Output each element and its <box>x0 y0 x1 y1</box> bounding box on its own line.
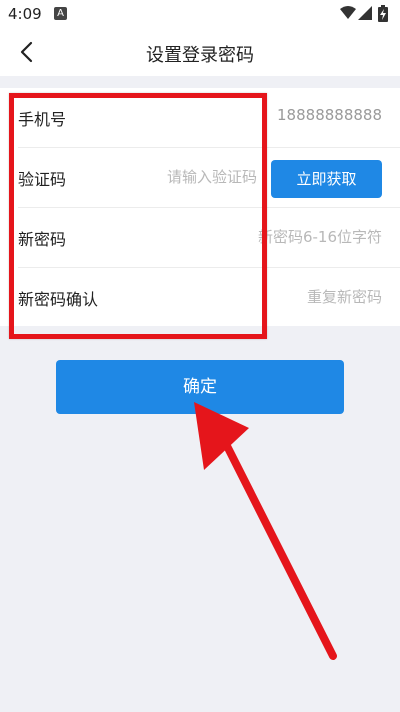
confirm-password-label: 新密码确认 <box>18 290 99 309</box>
signal-icon <box>358 6 372 20</box>
status-time: 4:09 <box>8 5 42 23</box>
code-label: 验证码 <box>18 170 67 189</box>
phone-value: 18888888888 <box>277 106 382 124</box>
confirm-password-row: 新密码确认 重复新密码 <box>0 268 400 328</box>
new-password-row: 新密码 新密码6-16位字符 <box>0 208 400 268</box>
code-input[interactable]: 请输入验证码 <box>167 166 257 187</box>
new-password-input[interactable]: 新密码6-16位字符 <box>258 226 382 247</box>
battery-icon <box>378 5 388 22</box>
code-row: 验证码 请输入验证码 立即获取 <box>0 148 400 208</box>
phone-label: 手机号 <box>18 110 67 129</box>
new-password-label: 新密码 <box>18 230 67 249</box>
status-bar: 4:09 A <box>0 0 400 28</box>
password-form: 手机号 18888888888 验证码 请输入验证码 立即获取 新密码 新密码6… <box>0 88 400 326</box>
confirm-password-input[interactable]: 重复新密码 <box>307 286 382 307</box>
wifi-icon <box>340 6 356 19</box>
notification-a-icon: A <box>54 7 67 20</box>
header: 设置登录密码 <box>0 28 400 76</box>
confirm-button[interactable]: 确定 <box>56 360 344 414</box>
get-code-button[interactable]: 立即获取 <box>271 160 382 198</box>
page-title: 设置登录密码 <box>146 45 254 66</box>
phone-row: 手机号 18888888888 <box>0 88 400 148</box>
